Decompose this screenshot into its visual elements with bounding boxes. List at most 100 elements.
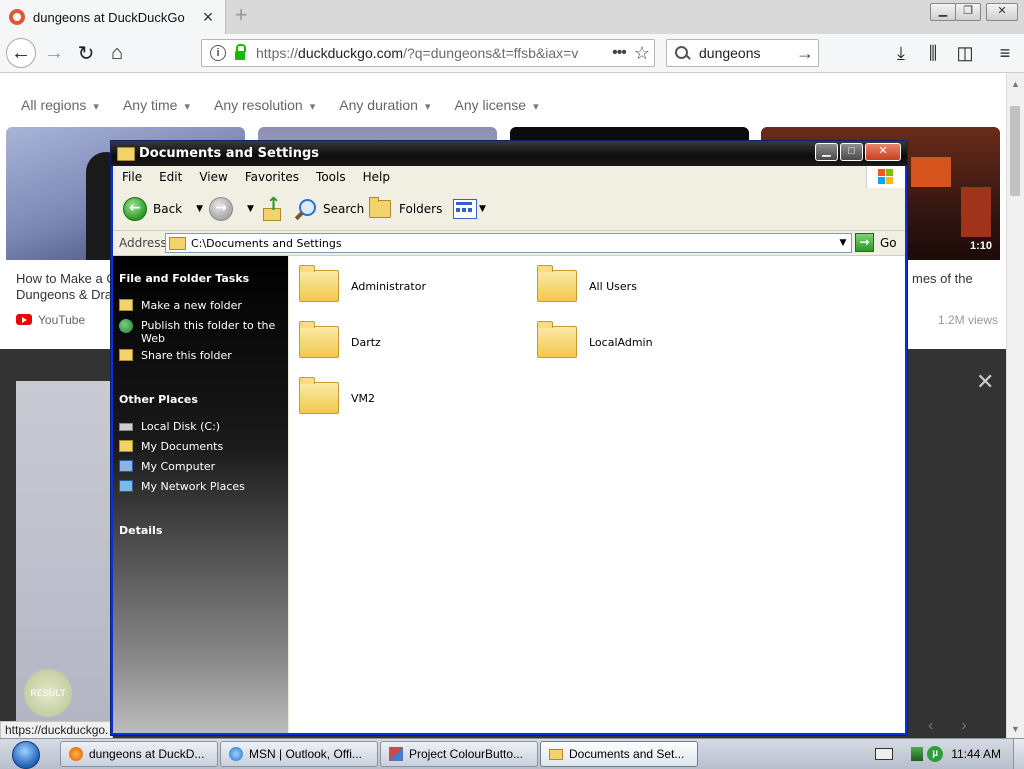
explorer-search-button[interactable]: Search <box>295 197 364 221</box>
explorer-forward-button[interactable]: → ▼ <box>209 197 254 221</box>
folder-item[interactable]: All Users <box>537 265 637 302</box>
menu-favorites[interactable]: Favorites <box>236 166 307 188</box>
menu-file[interactable]: File <box>113 166 150 188</box>
folder-item[interactable]: VM2 <box>299 377 375 414</box>
window-minimize-button[interactable]: ▁ <box>930 3 956 21</box>
folder-up-icon <box>261 194 281 221</box>
task-share-folder[interactable]: Share this folder <box>119 349 279 362</box>
search-label: Search <box>323 202 365 216</box>
place-my-network[interactable]: My Network Places <box>119 480 279 493</box>
result-badge: RESULT <box>24 669 72 717</box>
details-header[interactable]: Details <box>119 524 162 537</box>
menu-icon[interactable]: ≡ <box>994 42 1016 64</box>
address-field[interactable]: C:\Documents and Settings ▼ <box>165 233 852 253</box>
explorer-close-button[interactable]: ✕ <box>865 143 901 161</box>
explorer-views-button[interactable]: ▼ <box>453 197 486 221</box>
show-desktop-button[interactable] <box>1013 739 1024 769</box>
url-text[interactable]: https://duckduckgo.com/?q=dungeons&t=ffs… <box>256 45 608 61</box>
other-places-header[interactable]: Other Places <box>119 393 198 406</box>
forward-button[interactable]: → <box>40 39 68 67</box>
arrow-left-icon: ← <box>11 41 31 64</box>
explorer-minimize-button[interactable]: ▁ <box>815 143 838 161</box>
taskbar-item-label: dungeons at DuckD... <box>89 747 205 761</box>
back-label: Back <box>153 202 183 216</box>
explorer-folders-button[interactable]: Folders <box>369 197 442 221</box>
prev-arrow-icon[interactable]: ‹ <box>928 717 961 734</box>
browser-nav-bar: ← → ↻ ⌂ i https://duckduckgo.com/?q=dung… <box>0 34 1024 73</box>
taskbar-item-label: MSN | Outlook, Offi... <box>249 747 362 761</box>
filter-region[interactable]: All regions <box>21 97 99 117</box>
forward-dropdown-icon[interactable]: ▼ <box>247 204 254 214</box>
search-bar[interactable]: dungeons → <box>666 39 819 67</box>
scroll-thumb[interactable] <box>1010 106 1020 196</box>
start-button[interactable] <box>6 740 46 769</box>
filter-license[interactable]: Any license <box>454 97 538 117</box>
folder-item[interactable]: Dartz <box>299 321 381 358</box>
explorer-maximize-button[interactable]: □ <box>840 143 863 161</box>
menu-tools[interactable]: Tools <box>307 166 354 188</box>
search-input[interactable]: dungeons <box>699 45 796 61</box>
back-button[interactable]: ← <box>6 38 36 68</box>
browser-tab-strip: dungeons at DuckDuckGo × + ▁ ❐ ✕ <box>0 0 1024 34</box>
folder-icon <box>537 321 577 358</box>
keyboard-icon[interactable] <box>875 748 894 760</box>
explorer-menu-bar: File Edit View Favorites Tools Help <box>113 166 905 189</box>
file-tasks-header[interactable]: File and Folder Tasks <box>119 272 249 285</box>
video-title-4[interactable]: mes of the <box>912 271 973 287</box>
site-info-icon[interactable]: i <box>210 45 226 61</box>
address-go-button[interactable]: → Go <box>855 233 897 252</box>
utorrent-icon[interactable]: µ <box>927 746 944 762</box>
explorer-title-bar[interactable]: Documents and Settings ▁ □ ✕ <box>111 141 907 166</box>
explorer-body: File Edit View Favorites Tools Help ← Ba… <box>113 166 905 733</box>
task-publish-web[interactable]: Publish this folder to the Web <box>119 319 279 345</box>
clock[interactable]: 11:44 AM <box>951 747 1001 761</box>
video-views: 1.2M views <box>938 313 999 327</box>
taskbar-item-project[interactable]: Project ColourButto... <box>380 741 538 767</box>
folder-item[interactable]: Administrator <box>299 265 426 302</box>
explorer-up-button[interactable] <box>261 194 281 221</box>
menu-edit[interactable]: Edit <box>150 166 190 188</box>
page-scrollbar[interactable]: ▲ ▼ <box>1006 73 1024 738</box>
next-arrow-icon[interactable]: › <box>961 717 994 734</box>
menu-view[interactable]: View <box>190 166 235 188</box>
place-my-documents[interactable]: My Documents <box>119 440 279 453</box>
back-arrow-icon: ← <box>123 197 147 221</box>
browser-tab-duckduckgo[interactable]: dungeons at DuckDuckGo × <box>0 0 226 34</box>
address-dropdown-icon[interactable]: ▼ <box>835 234 851 252</box>
folder-icon <box>549 748 563 760</box>
search-icon <box>675 46 689 60</box>
close-panel-icon[interactable]: ✕ <box>976 369 994 395</box>
new-tab-button[interactable]: + <box>230 4 252 27</box>
home-button[interactable]: ⌂ <box>103 39 131 67</box>
window-close-button[interactable]: ✕ <box>986 3 1018 21</box>
filter-duration[interactable]: Any duration <box>339 97 430 117</box>
filter-time[interactable]: Any time <box>123 97 190 117</box>
scroll-down-icon[interactable]: ▼ <box>1011 724 1020 734</box>
taskbar-item-explorer[interactable]: Documents and Set... <box>540 741 698 767</box>
downloads-icon[interactable]: ⤓ <box>890 42 912 64</box>
explorer-back-button[interactable]: ← Back ▼ <box>123 197 203 221</box>
task-make-new-folder[interactable]: Make a new folder <box>119 299 279 312</box>
reload-button[interactable]: ↻ <box>72 39 100 67</box>
scroll-up-icon[interactable]: ▲ <box>1011 79 1020 89</box>
place-local-disk[interactable]: Local Disk (C:) <box>119 420 279 433</box>
video-title-1[interactable]: How to Make a C Dungeons & Dra <box>16 271 116 303</box>
menu-help[interactable]: Help <box>354 166 398 188</box>
filter-resolution[interactable]: Any resolution <box>214 97 315 117</box>
back-dropdown-icon[interactable]: ▼ <box>196 204 203 214</box>
url-bar[interactable]: i https://duckduckgo.com/?q=dungeons&t=f… <box>201 39 655 67</box>
tab-close-icon[interactable]: × <box>201 8 215 26</box>
window-restore-button[interactable]: ❐ <box>955 3 981 21</box>
network-status-icon[interactable] <box>911 747 924 761</box>
address-path[interactable]: C:\Documents and Settings <box>191 237 835 250</box>
bookmark-star-icon[interactable]: ☆ <box>630 43 654 64</box>
folder-item[interactable]: LocalAdmin <box>537 321 653 358</box>
place-my-computer[interactable]: My Computer <box>119 460 279 473</box>
taskbar-item-ie[interactable]: MSN | Outlook, Offi... <box>220 741 378 767</box>
home-icon: ⌂ <box>110 41 124 64</box>
library-icon[interactable]: ⫼ <box>922 42 944 64</box>
sidebar-icon[interactable]: ◫ <box>954 42 976 64</box>
taskbar-item-firefox[interactable]: dungeons at DuckD... <box>60 741 218 767</box>
page-actions-icon[interactable]: ••• <box>608 44 630 62</box>
search-go-icon[interactable]: → <box>796 43 818 64</box>
